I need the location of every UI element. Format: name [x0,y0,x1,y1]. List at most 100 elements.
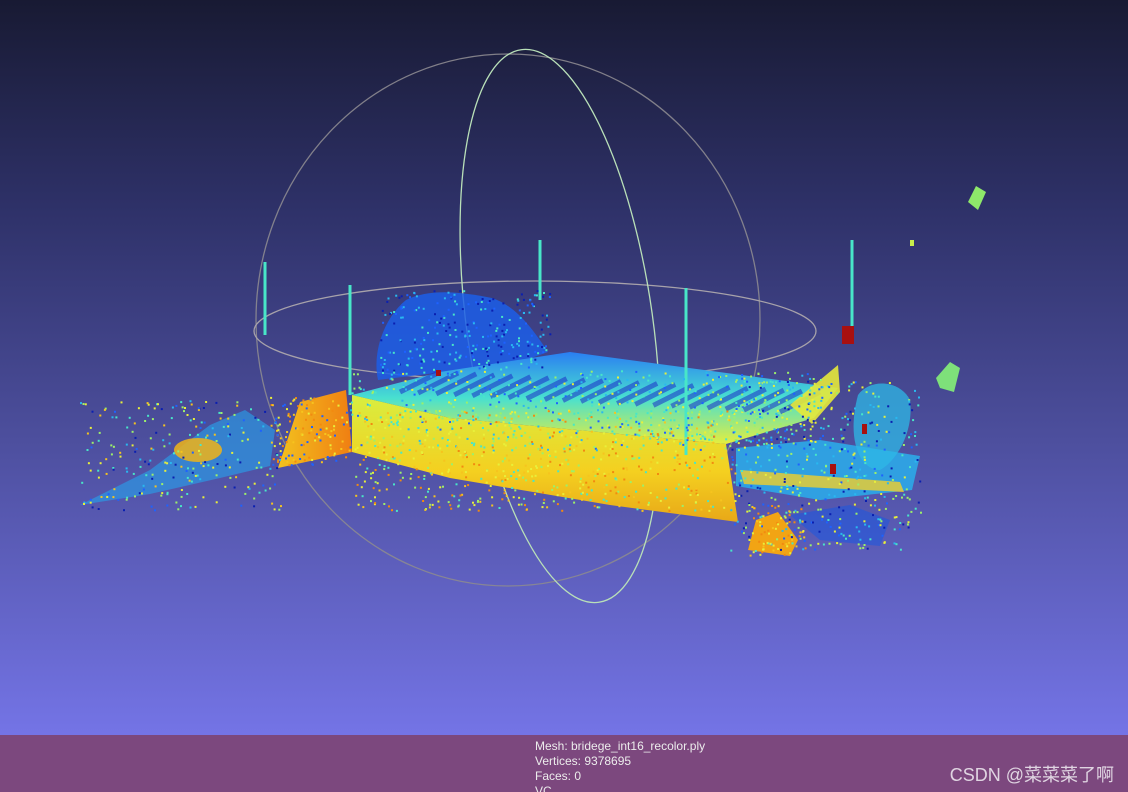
point [236,458,239,461]
point [810,386,813,389]
point [730,549,733,552]
point [688,388,691,391]
3d-viewport[interactable] [0,0,1128,735]
point [436,350,438,353]
point [415,410,417,413]
point [507,499,510,502]
point [458,356,461,359]
point [306,441,309,444]
point [269,467,272,470]
point [367,425,370,428]
point [449,402,452,405]
point [589,426,592,429]
point [500,368,503,371]
point [611,430,614,433]
point [602,452,605,455]
point [869,404,872,407]
point [446,444,449,447]
point [689,429,692,432]
point [525,322,527,325]
point [399,412,402,414]
point [244,492,247,495]
point [759,524,762,527]
point [569,450,572,453]
point [872,514,874,517]
point [585,376,588,379]
point [300,433,303,436]
point [774,468,777,471]
point [379,441,382,444]
point [787,438,790,441]
point [368,451,371,454]
point [809,428,812,431]
point [383,465,386,468]
point [779,490,782,493]
point [497,339,500,341]
point [511,487,514,489]
point [787,408,790,411]
point [465,333,468,336]
point [432,339,434,342]
point [750,375,753,378]
point [799,521,802,524]
point [551,488,554,491]
floating-speck [910,240,914,246]
point [111,416,114,419]
point [87,462,90,465]
point-cloud-canvas[interactable] [0,0,1128,735]
point [788,518,791,521]
point [687,412,690,415]
point [570,470,573,473]
point [614,411,616,414]
point [820,469,823,472]
trackball-sphere-icon[interactable] [253,37,817,615]
point [142,484,145,487]
point [134,436,137,439]
point [596,469,599,472]
point [413,291,416,294]
point [460,370,463,373]
point [484,387,487,390]
point [488,363,491,366]
point [741,470,743,472]
point [387,466,390,469]
point [582,483,585,486]
point [345,411,348,414]
point [829,525,832,528]
point [554,456,557,459]
point [428,410,431,413]
point [285,436,287,439]
point [528,341,531,344]
point [491,496,494,499]
point [617,376,619,379]
point [662,419,665,421]
point [759,487,762,490]
point [472,419,475,422]
point [154,509,156,512]
point [895,543,898,546]
point [757,372,760,375]
point [505,366,508,369]
point [682,406,685,409]
point [808,443,811,446]
point [641,509,644,512]
point [428,319,431,322]
point [533,414,535,417]
point [329,435,332,438]
point [454,300,457,303]
point [419,442,422,445]
point [764,473,767,476]
point [540,328,543,331]
point [520,434,523,437]
point [206,434,209,437]
point [153,407,156,410]
point [726,385,729,388]
point [366,435,369,438]
point [806,418,809,421]
point [426,388,429,391]
point [776,430,779,433]
point [264,489,267,492]
point [393,322,396,325]
point [808,402,811,405]
point [472,344,475,347]
